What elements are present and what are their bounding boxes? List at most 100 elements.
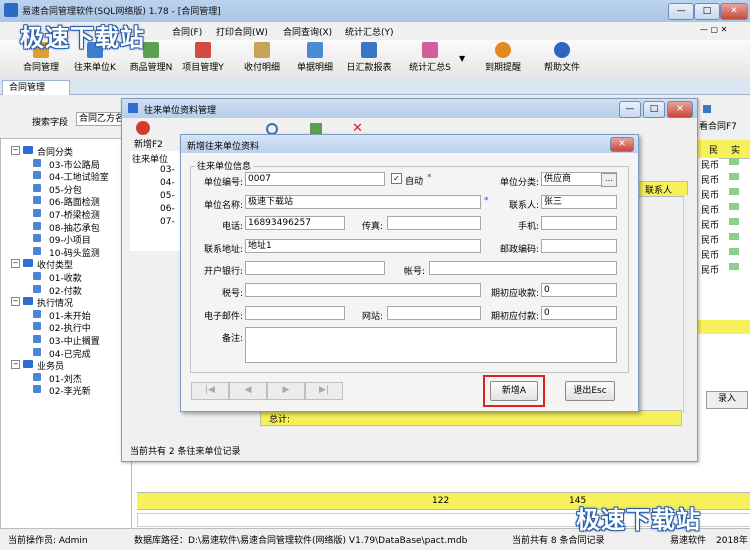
app-icon (4, 3, 18, 17)
partner-tree-item[interactable]: 06- (160, 204, 175, 214)
bank-label: 开户银行: (203, 267, 243, 277)
right-yellow-row (697, 320, 750, 334)
account-field[interactable] (429, 261, 617, 275)
address-field[interactable]: 地址1 (245, 239, 481, 253)
name-field[interactable]: 极速下载站 (245, 195, 481, 209)
tree-label: 03-中止搁置 (49, 337, 100, 347)
add-button[interactable]: 新增A (490, 381, 538, 401)
initial-receivable-label: 期初应收款: (490, 289, 539, 299)
auto-checkbox[interactable]: ✓ (391, 173, 402, 184)
grid-header: 民 实 (697, 140, 750, 159)
minimize-button[interactable]: — (668, 3, 694, 20)
partner-tree-item[interactable]: 05- (160, 191, 175, 201)
mdi-controls[interactable]: — ▢ ✕ (700, 25, 727, 34)
partner-tree: 往来单位 03- 04- 05- 06- 07- (130, 151, 180, 251)
rss-icon (33, 171, 41, 180)
partner-tree-item[interactable]: 03- (160, 165, 175, 175)
chevron-down-icon[interactable]: ▼ (459, 54, 465, 63)
next-record-button[interactable]: ▶ (267, 382, 305, 400)
website-field[interactable] (387, 306, 481, 320)
toolbar-project-button[interactable]: 项目管理Y (178, 42, 228, 76)
project-icon (195, 42, 211, 58)
collapse-icon[interactable]: − (11, 259, 20, 269)
fax-field[interactable] (387, 216, 481, 230)
view-contract-button[interactable]: 看合同F7 (699, 119, 737, 132)
initial-payable-field[interactable]: 0 (541, 306, 617, 320)
tree-label: 09-小项目 (49, 236, 91, 247)
total-value-1: 122 (432, 496, 450, 506)
partner-new-button[interactable]: 新增F2 (134, 137, 163, 150)
collapse-icon[interactable]: − (11, 360, 20, 370)
currency-column: 民币 民币 民币 民币 民币 民币 民币 民币 (697, 158, 720, 278)
folder-icon (23, 259, 33, 268)
name-label: 单位名称: (203, 201, 243, 211)
collapse-icon[interactable]: − (11, 297, 20, 307)
rss-icon (33, 221, 41, 230)
partner-status: 当前共有 2 条往来单位记录 (130, 447, 241, 457)
contact-field[interactable]: 张三 (541, 195, 617, 209)
partner-tree-item[interactable]: 07- (160, 217, 175, 227)
toolbar-help-button[interactable]: 帮助文件 (540, 42, 584, 76)
initial-payable-label: 期初应付款: (490, 312, 539, 322)
tax-field[interactable] (245, 283, 481, 297)
rss-icon (33, 385, 41, 394)
collapse-icon[interactable]: − (11, 146, 20, 155)
exit-button[interactable]: 退出Esc (565, 381, 615, 401)
mobile-field[interactable] (541, 216, 617, 230)
zip-label: 邮政编码: (499, 245, 539, 255)
first-record-button[interactable]: |◀ (191, 382, 229, 400)
category-browse-button[interactable]: ... (601, 173, 617, 187)
right-grid-area: 民 实 民币 民币 民币 民币 民币 民币 民币 民币 (697, 140, 750, 320)
rss-icon (33, 183, 41, 192)
menu-item-stats[interactable]: 统计汇总(Y) (345, 25, 394, 38)
maximize-button[interactable]: □ (694, 3, 720, 20)
toolbar-stats-button[interactable]: 统计汇总S (405, 42, 455, 76)
zip-field[interactable] (541, 239, 617, 253)
tree-label: 03-市公路局 (49, 160, 100, 171)
search-field-select[interactable]: 合同乙方名 (76, 112, 126, 126)
partner-tree-item[interactable]: 04- (160, 178, 175, 188)
rss-icon (33, 284, 41, 293)
tree-label: 04-已完成 (49, 349, 91, 360)
last-record-button[interactable]: ▶| (305, 382, 343, 400)
vertical-scrollbar[interactable] (683, 195, 694, 413)
remark-field[interactable] (245, 327, 617, 363)
database-path: 数据库路径：D:\易速软件\易速合同管理软件(网络版) V1.79\DataBa… (134, 536, 468, 546)
folder-icon (23, 297, 33, 306)
rss-icon (33, 234, 41, 243)
add-icon[interactable] (136, 121, 150, 135)
partner-close-button[interactable]: ✕ (667, 101, 693, 118)
code-field[interactable]: 0007 (245, 172, 385, 186)
view-icon (703, 105, 711, 113)
email-field[interactable] (245, 306, 345, 320)
bank-field[interactable] (245, 261, 385, 275)
prev-record-button[interactable]: ◀ (229, 382, 267, 400)
right-toolbar: 看合同F7 (697, 97, 750, 137)
partner-minimize-button[interactable]: — (619, 101, 641, 118)
phone-label: 电话: (221, 222, 243, 232)
new-partner-dialog: 新增往来单位资料 ✕ 往来单位信息 单位编号: 0007 ✓ 自动 * 单位分类… (180, 134, 639, 412)
phone-field[interactable]: 16893496257 (245, 216, 345, 230)
tree-label: 01-未开始 (49, 311, 91, 322)
tab-contract-management[interactable]: 合同管理 (2, 80, 70, 95)
partner-tree-root[interactable]: 往来单位 (132, 152, 168, 165)
tree-label: 06-路面检测 (49, 198, 100, 209)
menu-item-query[interactable]: 合同查询(X) (283, 25, 332, 38)
menu-item-contract[interactable]: 合同(F) (172, 25, 202, 38)
calendar-icon (361, 42, 377, 58)
toolbar-daily-report-button[interactable]: 日汇款报表 (343, 42, 395, 76)
entry-button[interactable]: 录入 (706, 391, 748, 409)
close-button[interactable]: ✕ (720, 3, 748, 20)
rss-icon (33, 322, 41, 331)
dialog-close-button[interactable]: ✕ (610, 137, 634, 152)
tree-label: 业务员 (37, 362, 65, 373)
menu-item-print[interactable]: 打印合同(W) (216, 25, 268, 38)
toolbar-reminder-button[interactable]: 到期提醒 (481, 42, 525, 76)
toolbar-voucher-button[interactable]: 单据明细 (293, 42, 337, 76)
initial-receivable-field[interactable]: 0 (541, 283, 617, 297)
required-star: * (484, 196, 489, 206)
tree-label: 合同分类 (37, 148, 74, 158)
partner-maximize-button[interactable]: □ (643, 101, 665, 118)
toolbar-payment-button[interactable]: 收付明细 (240, 42, 284, 76)
operator-status: 当前操作员: Admin (8, 536, 88, 546)
